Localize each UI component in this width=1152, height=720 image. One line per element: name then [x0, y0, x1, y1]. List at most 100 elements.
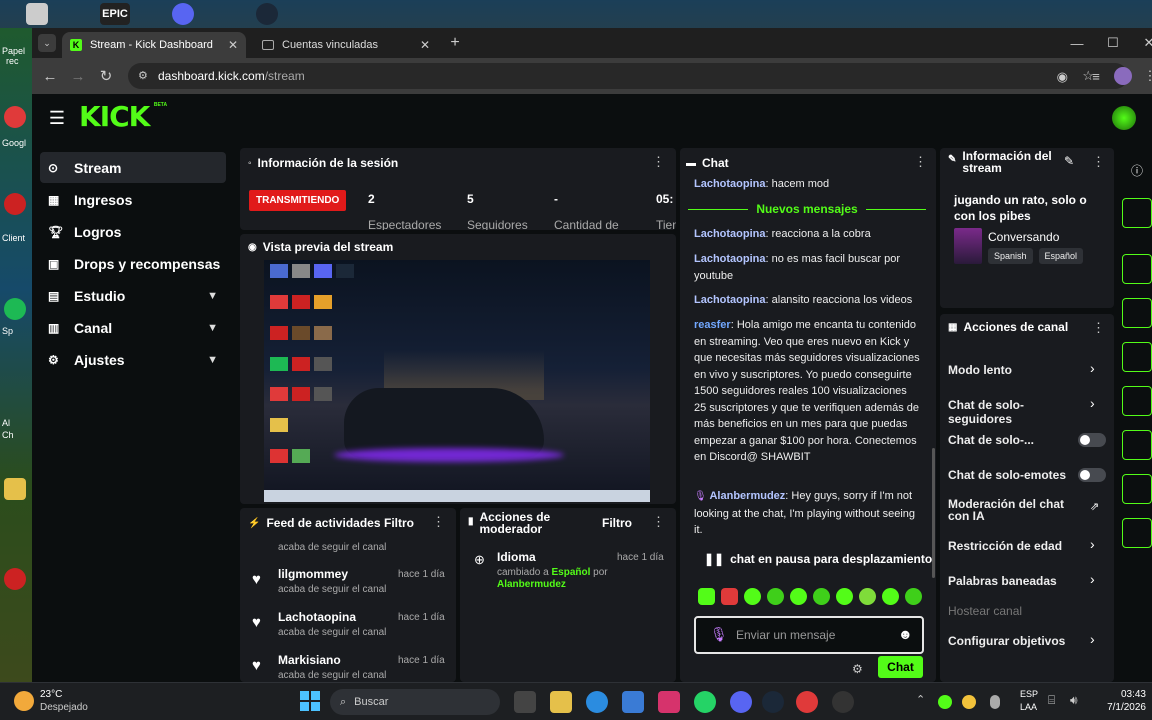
chevron-right-icon[interactable]: ›	[1090, 571, 1095, 587]
window-close-icon[interactable]: ✕	[1140, 34, 1152, 52]
steam-icon[interactable]	[762, 691, 784, 713]
chat-user[interactable]: reasfer	[694, 319, 731, 331]
tag-badge[interactable]: Spanish	[988, 248, 1033, 264]
subs-only-toggle[interactable]	[1078, 433, 1106, 447]
app-desktop-icon-2[interactable]	[4, 568, 26, 590]
edit-pencil-icon[interactable]: ✎	[1064, 154, 1074, 168]
minimize-icon[interactable]: —	[1068, 34, 1086, 52]
chrome-icon[interactable]	[796, 691, 818, 713]
language-code[interactable]: ESP	[1020, 689, 1038, 699]
rail-chat-icon[interactable]	[1122, 386, 1152, 416]
tab-linked-accounts[interactable]: Cuentas vinculadas ✕	[254, 32, 438, 58]
info-icon[interactable]: ⓘ	[1122, 158, 1152, 182]
tray-chevron-icon[interactable]: ⌃	[916, 693, 925, 706]
rail-camera-icon[interactable]	[1122, 254, 1152, 284]
discord-icon[interactable]	[730, 691, 752, 713]
tab-stream-dashboard[interactable]: K Stream - Kick Dashboard ✕	[62, 32, 246, 58]
more-options-icon[interactable]: ⋮	[1092, 154, 1105, 170]
emote-icon[interactable]	[882, 588, 899, 605]
close-icon[interactable]: ✕	[228, 38, 238, 52]
user-avatar[interactable]	[1112, 106, 1136, 130]
nav-drops[interactable]: ▣ Drops y recompensas	[40, 248, 226, 279]
action-slow-mode[interactable]: Modo lento	[948, 363, 1108, 377]
rail-bolt-icon[interactable]	[1122, 298, 1152, 328]
folder-desktop-icon[interactable]	[4, 478, 26, 500]
chat-user[interactable]: Lachotaopina	[694, 253, 766, 265]
emote-icon[interactable]	[836, 588, 853, 605]
chat-user[interactable]: Lachotaopina	[694, 294, 766, 306]
chevron-right-icon[interactable]: ›	[1090, 360, 1095, 376]
emote-icon[interactable]	[790, 588, 807, 605]
emote-icon[interactable]	[859, 588, 876, 605]
weather-temp[interactable]: 23°C	[40, 689, 62, 700]
feed-item[interactable]: ♥ Lachotaopina hace 1 día acaba de segui…	[240, 605, 456, 645]
emote-icon[interactable]	[813, 588, 830, 605]
new-tab-icon[interactable]: +	[446, 34, 464, 52]
volume-icon[interactable]: 🔊︎	[1070, 693, 1078, 708]
rail-broadcast-icon[interactable]	[1122, 430, 1152, 460]
chevron-right-icon[interactable]: ›	[1090, 631, 1095, 647]
hamburger-menu-icon[interactable]: ☰	[46, 108, 68, 128]
mod-filter-button[interactable]: Filtro	[602, 516, 632, 530]
chat-user[interactable]: Lachotaopina	[694, 178, 766, 190]
taskbar-search[interactable]: ⌕ Buscar	[330, 689, 500, 715]
chat-user[interactable]: Alanbermudez	[709, 490, 785, 502]
discord-desktop-icon[interactable]	[172, 3, 194, 25]
feed-item[interactable]: ♥ lilgmommey hace 1 día acaba de seguir …	[240, 562, 456, 602]
app-desktop-icon[interactable]	[4, 193, 26, 215]
more-options-icon[interactable]: ⋮	[652, 154, 665, 170]
more-options-icon[interactable]: ⋮	[432, 514, 445, 530]
action-banned-words[interactable]: Palabras baneadas	[948, 574, 1108, 588]
media-control-icon[interactable]: ≡	[1086, 66, 1106, 86]
back-icon[interactable]: ←	[40, 66, 60, 86]
emote-icon[interactable]	[698, 588, 715, 605]
spotify-desktop-icon[interactable]	[4, 298, 26, 320]
forward-icon[interactable]: →	[68, 66, 88, 86]
nav-stream[interactable]: ⊙ Stream	[40, 152, 226, 183]
browser-menu-icon[interactable]: ⋮	[1140, 66, 1152, 86]
nav-logros[interactable]: 🏆︎ Logros	[40, 216, 226, 247]
more-options-icon[interactable]: ⋮	[652, 514, 665, 530]
url-bar[interactable]: ⚙ dashboard.kick.com/stream ◉ ☆	[128, 63, 1128, 89]
instagram-icon[interactable]	[658, 691, 680, 713]
action-age-restriction[interactable]: Restricción de edad	[948, 539, 1108, 553]
file-explorer-icon[interactable]	[550, 691, 572, 713]
send-chat-button[interactable]: Chat	[878, 656, 923, 678]
site-info-icon[interactable]: ⚙	[138, 69, 148, 82]
maximize-icon[interactable]: ☐	[1104, 34, 1122, 52]
chat-scrollbar[interactable]	[932, 448, 935, 578]
emotes-only-toggle[interactable]	[1078, 468, 1106, 482]
store-icon[interactable]	[622, 691, 644, 713]
stream-preview-video[interactable]	[264, 260, 650, 502]
clock-time[interactable]: 03:43	[1106, 689, 1146, 700]
profile-avatar[interactable]	[1114, 67, 1132, 85]
chat-settings-icon[interactable]: ⚙	[852, 662, 863, 676]
feed-filter-button[interactable]: Filtro	[384, 516, 414, 530]
steam-desktop-icon[interactable]	[256, 3, 278, 25]
emoji-icon[interactable]: ☻	[898, 626, 913, 642]
tray-app-icon-2[interactable]	[962, 695, 976, 709]
mod-action-item[interactable]: ⊕ Idioma hace 1 día cambiado a Español p…	[460, 546, 676, 596]
rail-doc-icon[interactable]	[1122, 342, 1152, 372]
emote-icon[interactable]	[767, 588, 784, 605]
weather-moon-icon[interactable]	[14, 691, 34, 711]
nav-ingresos[interactable]: ▦ Ingresos	[40, 184, 226, 215]
action-ai-moderation[interactable]: Moderación del chat con IA	[948, 498, 1078, 522]
chevron-right-icon[interactable]: ›	[1090, 536, 1095, 552]
chevron-right-icon[interactable]: ›	[1090, 395, 1095, 411]
rail-grid-icon[interactable]	[1122, 474, 1152, 504]
tray-app-icon[interactable]	[938, 695, 952, 709]
emote-icon[interactable]	[721, 588, 738, 605]
windows-start-icon[interactable]	[300, 691, 320, 711]
action-followers-only[interactable]: Chat de solo-seguidores	[948, 398, 1088, 426]
rail-tools-icon[interactable]	[1122, 518, 1152, 548]
nav-canal[interactable]: ▥ Canal ▼	[40, 312, 226, 343]
epic-games-icon[interactable]: EPIC	[100, 3, 130, 25]
edge-icon[interactable]	[586, 691, 608, 713]
obs-icon[interactable]	[832, 691, 854, 713]
action-goals[interactable]: Configurar objetivos	[948, 634, 1108, 648]
tag-badge[interactable]: Español	[1038, 248, 1084, 264]
eye-off-icon[interactable]: ◉	[1057, 69, 1068, 85]
microphone-icon[interactable]	[990, 695, 1000, 709]
external-link-icon[interactable]: ⇗	[1090, 500, 1099, 513]
